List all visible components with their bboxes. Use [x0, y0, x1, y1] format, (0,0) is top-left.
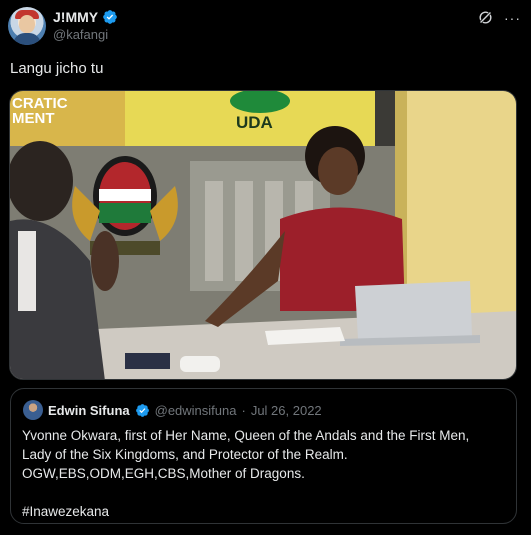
- quote-separator: ·: [241, 402, 246, 418]
- tweet-text: Langu jicho tu: [10, 60, 104, 77]
- grok-icon[interactable]: [477, 9, 494, 26]
- author-avatar[interactable]: [8, 7, 46, 45]
- quote-hashtag[interactable]: #Inawezekana: [22, 502, 504, 521]
- quote-author-avatar: [23, 400, 43, 420]
- tweet-actions-top: ···: [477, 9, 521, 26]
- quote-body: Yvonne Okwara, first of Her Name, Queen …: [22, 426, 504, 521]
- quote-header: Edwin Sifuna @edwinsifuna · Jul 26, 2022: [23, 400, 322, 420]
- quote-author-name: Edwin Sifuna: [48, 402, 130, 418]
- author-display-name[interactable]: J!MMY: [53, 9, 98, 25]
- news-studio-image: CRATIC MENT UDA: [10, 91, 516, 379]
- verified-badge-icon: [103, 10, 117, 24]
- more-options-icon[interactable]: ···: [504, 10, 521, 26]
- avatar-face: [19, 15, 35, 33]
- quote-tweet-card[interactable]: Edwin Sifuna @edwinsifuna · Jul 26, 2022…: [10, 388, 517, 524]
- author-handle[interactable]: @kafangi: [53, 27, 108, 42]
- verified-badge-icon: [135, 403, 149, 417]
- author-name-row: J!MMY: [53, 9, 118, 25]
- avatar-body: [13, 33, 41, 45]
- uda-logo-text: UDA: [236, 113, 273, 132]
- quote-line-3: OGW,EBS,ODM,EGH,CBS,Mother of Dragons.: [22, 466, 305, 481]
- quote-line-2: Lady of the Six Kingdoms, and Protector …: [22, 447, 348, 462]
- quote-author-handle: @edwinsifuna: [154, 402, 237, 418]
- backdrop-text-2: MENT: [12, 110, 55, 127]
- quote-date: Jul 26, 2022: [250, 402, 322, 418]
- tweet-media-image[interactable]: CRATIC MENT UDA: [9, 90, 517, 380]
- quote-line-1: Yvonne Okwara, first of Her Name, Queen …: [22, 428, 470, 443]
